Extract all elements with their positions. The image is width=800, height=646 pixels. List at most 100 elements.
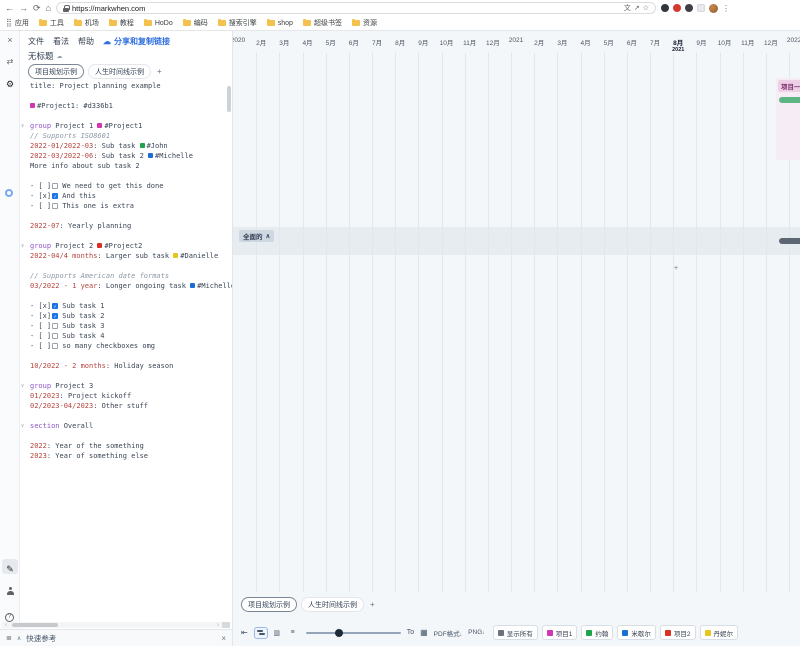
download-png-button[interactable]: PNG↓ bbox=[468, 629, 485, 636]
extension-icon[interactable] bbox=[697, 4, 705, 12]
address-bar[interactable]: https://markwhen.com 文 ↗ ☆ bbox=[56, 2, 656, 14]
apps-shortcut[interactable]: ⣿ 应用 bbox=[6, 18, 29, 28]
extension-icon[interactable] bbox=[673, 4, 681, 12]
code-line[interactable]: More info about sub task 2 bbox=[20, 161, 232, 171]
extension-icon[interactable] bbox=[685, 4, 693, 12]
edit-mode-button[interactable]: ✎ bbox=[2, 559, 18, 574]
code-line[interactable]: ∨group Project 1 #Project1 bbox=[20, 121, 232, 131]
share-page-icon[interactable]: ↗ bbox=[634, 4, 640, 12]
code-line[interactable]: 2022-03/2022-06: Sub task 2 #Michelle bbox=[20, 151, 232, 161]
zoom-slider[interactable] bbox=[306, 627, 401, 639]
profile-avatar[interactable] bbox=[709, 4, 718, 13]
event-bar-overall[interactable] bbox=[779, 238, 800, 244]
code-line[interactable]: - [ ] Sub task 4 bbox=[20, 331, 232, 341]
code-line[interactable]: ∨section Overall bbox=[20, 421, 232, 431]
bookmark-folder[interactable]: 超级书签 bbox=[303, 18, 342, 28]
expand-rows-icon[interactable]: ▦ bbox=[420, 628, 428, 637]
code-line[interactable]: 2022-07: Yearly planning bbox=[20, 221, 232, 231]
code-line[interactable]: 2022-01/2022-03: Sub task #John bbox=[20, 141, 232, 151]
legend-chip[interactable]: 项目1 bbox=[542, 625, 578, 640]
home-icon[interactable]: ⌂ bbox=[46, 0, 51, 16]
tab-life-timeline[interactable]: 人生时间线示例 bbox=[301, 597, 364, 612]
code-line[interactable]: - [x] Sub task 2 bbox=[20, 311, 232, 321]
bookmark-star-icon[interactable]: ☆ bbox=[643, 4, 649, 12]
code-line[interactable] bbox=[20, 411, 232, 421]
editor-vertical-scrollbar[interactable] bbox=[227, 86, 231, 112]
code-line[interactable]: 01/2023: Project kickoff bbox=[20, 391, 232, 401]
scroll-left-icon[interactable]: ‹ bbox=[2, 622, 10, 628]
gear-icon[interactable]: ⚙ bbox=[0, 79, 20, 90]
code-line[interactable]: // Supports American date formats bbox=[20, 271, 232, 281]
back-icon[interactable]: ← bbox=[5, 0, 14, 16]
download-pdf-button[interactable]: PDF格式↓ bbox=[434, 628, 463, 638]
browser-menu-icon[interactable]: ⋮ bbox=[722, 4, 730, 13]
collapse-editor-icon[interactable]: ⇤ bbox=[241, 628, 248, 637]
checkbox-checked[interactable] bbox=[52, 193, 58, 199]
code-line[interactable] bbox=[20, 431, 232, 441]
legend-chip[interactable]: 项目2 bbox=[660, 625, 696, 640]
code-line[interactable] bbox=[20, 351, 232, 361]
text-size-icon[interactable]: To bbox=[407, 629, 414, 636]
code-line[interactable]: 2022: Year of the something bbox=[20, 441, 232, 451]
sync-status-icon[interactable] bbox=[5, 189, 13, 197]
extension-icon[interactable] bbox=[661, 4, 669, 12]
legend-chip[interactable]: 约翰 bbox=[581, 625, 613, 640]
calendar-view-button[interactable]: ▥ bbox=[270, 627, 284, 639]
translate-icon[interactable]: 文 bbox=[624, 3, 631, 13]
tab-project-planning[interactable]: 项目规划示例 bbox=[241, 597, 297, 612]
menu-item-文件[interactable]: 文件 bbox=[28, 36, 44, 47]
code-line[interactable] bbox=[20, 261, 232, 271]
collapse-chevron-icon[interactable]: ∨ bbox=[21, 241, 24, 251]
add-tab-button[interactable]: + bbox=[155, 67, 164, 76]
scroll-right-icon[interactable]: › bbox=[214, 622, 222, 628]
slider-track[interactable] bbox=[306, 632, 401, 634]
slider-handle[interactable] bbox=[335, 629, 343, 637]
code-line[interactable]: 2023: Year of something else bbox=[20, 451, 232, 461]
code-line[interactable]: - [ ] Sub task 3 bbox=[20, 321, 232, 331]
code-line[interactable]: 03/2022 - 1 year: Longer ongoing task #M… bbox=[20, 281, 232, 291]
tab-project-planning[interactable]: 项目规划示例 bbox=[28, 64, 84, 79]
collapse-chevron-icon[interactable]: ∨ bbox=[21, 381, 24, 391]
timeline-view-button[interactable] bbox=[254, 627, 268, 639]
code-line[interactable] bbox=[20, 111, 232, 121]
bookmark-folder[interactable]: 教程 bbox=[109, 18, 134, 28]
bookmark-folder[interactable]: 机场 bbox=[74, 18, 99, 28]
code-line[interactable]: ∨group Project 3 bbox=[20, 381, 232, 391]
code-line[interactable]: 2022-04/4 months: Larger sub task #Danie… bbox=[20, 251, 232, 261]
editor-horizontal-scrollbar[interactable]: ‹ › bbox=[2, 622, 230, 628]
event-bar-subtask[interactable] bbox=[779, 97, 800, 103]
code-line[interactable] bbox=[20, 371, 232, 381]
code-line[interactable]: #Project1: #d336b1 bbox=[20, 101, 232, 111]
bookmark-folder[interactable]: HoDo bbox=[144, 20, 173, 27]
bookmark-folder[interactable]: 编码 bbox=[183, 18, 208, 28]
forward-icon[interactable]: → bbox=[19, 0, 28, 16]
code-line[interactable]: 02/2023-04/2023: Other stuff bbox=[20, 401, 232, 411]
code-line[interactable] bbox=[20, 91, 232, 101]
close-panel-icon[interactable]: × bbox=[0, 35, 20, 45]
bookmark-folder[interactable]: shop bbox=[267, 20, 293, 27]
profile-icon[interactable] bbox=[6, 587, 14, 595]
document-title[interactable]: 无标题 bbox=[28, 50, 54, 62]
close-icon[interactable]: × bbox=[221, 634, 226, 643]
code-line[interactable]: - [ ] We need to get this done bbox=[20, 181, 232, 191]
code-line[interactable]: title: Project planning example bbox=[20, 81, 232, 91]
tab-life-timeline[interactable]: 人生时间线示例 bbox=[88, 64, 151, 79]
timeline-panel[interactable]: 20202月3月4月5月6月7月8月9月10月11月12月20212月3月4月5… bbox=[232, 31, 800, 646]
help-icon[interactable]: ? bbox=[5, 613, 14, 622]
code-editor[interactable]: title: Project planning example #Project1… bbox=[20, 81, 232, 501]
quick-reference-bar[interactable]: ≣ ∧ 快速参考 × bbox=[0, 629, 232, 646]
code-line[interactable]: // Supports ISO8601 bbox=[20, 131, 232, 141]
collapse-chevron-icon[interactable]: ∨ bbox=[21, 121, 24, 131]
expand-icon[interactable]: ∧ bbox=[17, 635, 21, 642]
scrollbar-track[interactable] bbox=[10, 623, 214, 627]
code-line[interactable]: - [x] And this bbox=[20, 191, 232, 201]
code-line[interactable]: - [x] Sub task 1 bbox=[20, 301, 232, 311]
bookmark-folder[interactable]: 资源 bbox=[352, 18, 377, 28]
overall-section-header[interactable]: 全面的 ∧ bbox=[239, 230, 274, 242]
code-line[interactable]: ∨group Project 2 #Project2 bbox=[20, 241, 232, 251]
swap-panels-icon[interactable]: ⇄ bbox=[0, 57, 20, 66]
reload-icon[interactable]: ⟳ bbox=[33, 0, 41, 16]
menu-item-帮助[interactable]: 帮助 bbox=[78, 36, 94, 47]
code-line[interactable] bbox=[20, 211, 232, 221]
bookmark-folder[interactable]: 工具 bbox=[39, 18, 64, 28]
